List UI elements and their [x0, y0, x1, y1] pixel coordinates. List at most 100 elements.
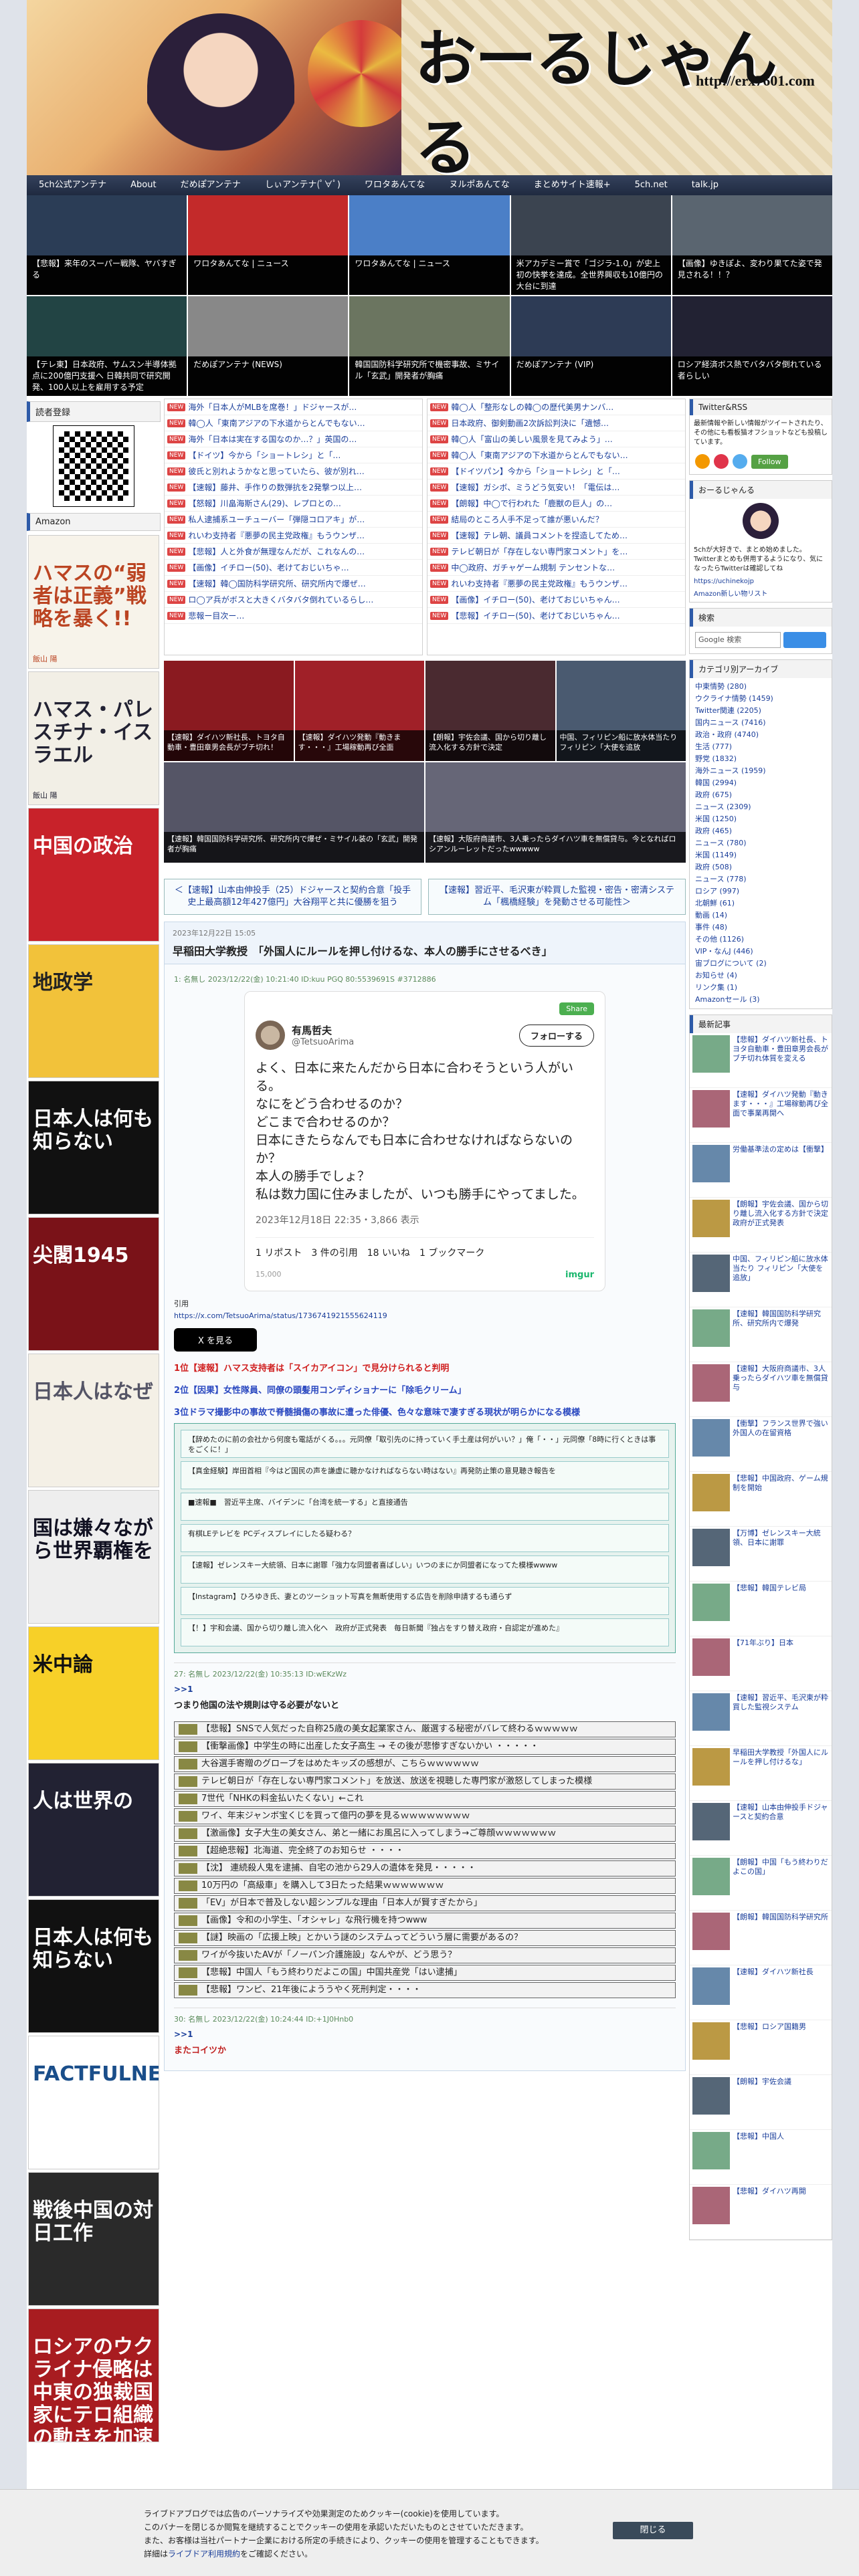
headline-item[interactable]: NEW れいわ支持者『悪夢の民主党政権』もうウンザ…	[427, 576, 685, 592]
nav-link[interactable]: talk.jp	[680, 175, 731, 195]
headline-text[interactable]: 【悲報】イチロー(50)、老けておじいちゃん…	[451, 610, 619, 621]
other-article-item[interactable]: テレビ朝日が「存在しない専門家コメント」を放送、放送を視聴した専門家が激怒してし…	[174, 1774, 676, 1790]
headline-item[interactable]: NEW 海外「日本人がMLBを席巻！」ドジャースが…	[165, 399, 422, 415]
category-link[interactable]: ニュース (778)	[690, 873, 832, 885]
category-link[interactable]: ウクライナ情勢 (1459)	[690, 693, 832, 705]
headline-text[interactable]: 中◯政府、ガチャゲーム規制 テンセントな…	[451, 562, 615, 573]
related-article[interactable]: 【Instagram】ひろゆき氏、妻とのツーショット写真を無断使用する広告を削除…	[181, 1587, 669, 1615]
category-link[interactable]: 海外ニュース (1959)	[690, 765, 832, 777]
ranking-link[interactable]: 3位ドラマ撮影中の事故で脊髄損傷の事故に遭った俳優、色々な意味で凄すぎる現状が明…	[174, 1405, 676, 1418]
latest-title[interactable]: 【悲報】中国人	[733, 2132, 784, 2182]
amazon-book[interactable]: ハマスの“弱者は正義”戦略を暴く!! 飯山 陽	[28, 535, 159, 669]
other-article-text[interactable]: 7世代「NHKの料金払いたくない」←これ	[201, 1794, 363, 1804]
other-article-item[interactable]: 【悲報】中国人「もう終わりだよこの国」中国共産党「はい逮捕」	[174, 1965, 676, 1981]
latest-title[interactable]: 【朗報】宇佐会議	[733, 2077, 791, 2127]
pickup-card[interactable]: 【速報】ダイハツ新社長、トヨタ自動車・豊田章男会長がブチ切れ！	[164, 661, 294, 761]
pickup-caption[interactable]: 【朗報】宇佐会議、国から切り離し流入化する方針で決定	[425, 730, 555, 761]
headline-item[interactable]: NEW 【速報】藤井、手作りの数弾抗を2発撃つ以上…	[165, 479, 422, 496]
site-url[interactable]: http://erx7601.com	[696, 72, 815, 90]
latest-title[interactable]: 【速報】ダイハツ新社長	[733, 1967, 814, 2018]
category-link[interactable]: 中東情勢 (280)	[690, 681, 832, 693]
headline-text[interactable]: 【ドイツパン】今から「ショートレシ」と「…	[451, 465, 620, 477]
category-link[interactable]: 野党 (1832)	[690, 753, 832, 765]
headline-item[interactable]: NEW 【速報】ガシボ、ミうどう気安い！「電伝は…	[427, 479, 685, 496]
antenna-card[interactable]: ロシア経済ボス熱でバタバタ倒れている者らしい	[672, 296, 832, 396]
headline-text[interactable]: ロ◯ア兵がボスと大きくバタバタ倒れているらし…	[188, 594, 373, 605]
amazon-book[interactable]: 日本人は何も知らない	[28, 1899, 159, 2033]
amazon-book[interactable]: 国は嫌々ながら世界覇権を	[28, 1490, 159, 1624]
headline-text[interactable]: 【朗報】中◯で行われた「鹿獣の巨人」の…	[451, 498, 612, 509]
antenna-card[interactable]: だめぽアンテナ (NEWS)	[188, 296, 349, 396]
headline-item[interactable]: NEW 【速報】テレ朝、議員コメントを捏造してため…	[427, 528, 685, 544]
other-article-text[interactable]: 【悲報】中国人「もう終わりだよこの国」中国共産党「はい逮捕」	[201, 1967, 462, 1977]
antenna-card[interactable]: だめぽアンテナ (VIP)	[510, 296, 671, 396]
tweet-author-name[interactable]: 有馬哲夫	[292, 1023, 354, 1037]
latest-title[interactable]: 中国、フィリピン船に放水体当たり フィリピン「大使を追放」	[733, 1255, 829, 1305]
pickup-card[interactable]: 中国、フィリピン船に放水体当たり フィリピン「大使を追放	[556, 661, 686, 761]
category-link[interactable]: 国内ニュース (7416)	[690, 717, 832, 729]
tweet-author-id[interactable]: @TetsuoArima	[292, 1037, 354, 1047]
amazon-book[interactable]: ロシアのウクライナ侵略は中東の独裁国家にテロ組織の動きを加速させる!!	[28, 2309, 159, 2442]
amazon-book[interactable]: 戦後中国の対日工作	[28, 2172, 159, 2306]
headline-item[interactable]: NEW 韓◯人「東南アジアの下水道からとんでもない…	[427, 447, 685, 463]
pickup-card[interactable]: 【速報】ダイハツ発動『動きます・・・』工場稼動再び全面	[294, 661, 424, 761]
headline-item[interactable]: NEW 中◯政府、ガチャゲーム規制 テンセントな…	[427, 560, 685, 576]
headline-text[interactable]: 【速報】ガシボ、ミうどう気安い！「電伝は…	[451, 481, 619, 493]
antenna-card[interactable]: 【悲報】来年のスーパー戦隊、ヤバすぎる	[27, 195, 187, 295]
other-article-text[interactable]: 【悲報】SNSで人気だった自称25歳の美女起業家さん、厳選する秘密がバレて終わる…	[201, 1724, 578, 1734]
other-article-text[interactable]: 【謎】映画の「広援上映」とかいう謎のシステムってどういう層に需要があるの？	[201, 1933, 522, 1943]
latest-article[interactable]: 【朗報】宇佐会議	[690, 2075, 832, 2130]
category-link[interactable]: 韓国 (2994)	[690, 777, 832, 789]
latest-title[interactable]: 労働基準法の定めは【衝撃】	[733, 1145, 828, 1195]
antenna-card[interactable]: 【テレ東】日本政府、サムスン半導体拠点に200億円支援へ 日韓共同で研究開発、1…	[27, 296, 187, 396]
other-article-item[interactable]: ワイが今抜いたAVが「ノーパン介護施設」なんやが、どう思う？	[174, 1947, 676, 1963]
headline-item[interactable]: NEW 【怒報】川畠海斯さん(29)、レプロとの…	[165, 496, 422, 512]
other-article-item[interactable]: 【謎】映画の「広援上映」とかいう謎のシステムってどういう層に需要があるの？	[174, 1930, 676, 1946]
amazon-book[interactable]: 米中論	[28, 1626, 159, 1760]
nav-link[interactable]: ワロタあんてな	[353, 175, 437, 195]
headline-text[interactable]: 韓◯人「整形なしの韓◯の歴代美男ナンバ…	[451, 401, 613, 413]
antenna-card[interactable]: 韓国国防科学研究所で機密事故、ミサイル「玄武」開発者が胸痛	[349, 296, 510, 396]
category-link[interactable]: ロシア (997)	[690, 885, 832, 897]
headline-text[interactable]: 彼氏と別れようかなと思っていたら、彼が別れ…	[188, 465, 364, 477]
latest-article[interactable]: 【悲報】中国人	[690, 2130, 832, 2185]
other-article-item[interactable]: 【超絶悲報】北海道、完全終了のお知らせ ・・・・	[174, 1843, 676, 1859]
antenna-caption[interactable]: ワロタあんてな | ニュース	[349, 255, 510, 295]
antenna-card[interactable]: ワロタあんてな | ニュース	[188, 195, 349, 295]
view-on-x-button[interactable]: X を見る	[174, 1328, 258, 1352]
other-article-item[interactable]: 10万円の「高級車」を購入して3日たった結果ｗｗｗｗｗｗｗ	[174, 1878, 676, 1894]
related-article[interactable]: 【真金経験】岸田首相『今はど国民の声を謙虚に聴かなければならない時はない』再発防…	[181, 1461, 669, 1489]
amazon-book[interactable]: FACTFULNESS	[28, 2036, 159, 2169]
latest-article[interactable]: 早稲田大学教授「外国人にルールを押し付けるな」	[690, 1746, 832, 1801]
latest-article[interactable]: 【速報】ダイハツ新社長	[690, 1965, 832, 2020]
headline-text[interactable]: れいわ支持者『悪夢の民主党政権』もうウンザ…	[188, 530, 365, 541]
other-article-text[interactable]: テレビ朝日が「存在しない専門家コメント」を放送、放送を視聴した専門家が激怒してし…	[201, 1776, 592, 1786]
amazon-book[interactable]: 日本人はなぜ	[28, 1354, 159, 1487]
latest-article[interactable]: 【速報】韓国国防科学研究所、研究所内で爆発	[690, 1307, 832, 1362]
latest-article[interactable]: 【悲報】中国政府、ゲーム規制を開始	[690, 1472, 832, 1527]
headline-text[interactable]: 韓◯人「東南アジアの下水道からとんでもない…	[188, 417, 365, 429]
headline-text[interactable]: 海外「日本は実在する国なのか…？」英国の…	[188, 433, 357, 445]
category-link[interactable]: その他 (1126)	[690, 934, 832, 946]
latest-title[interactable]: 【悲報】ダイハツ新社長、トヨタ自動車・豊田章男会長がブチ切れ体質を変える	[733, 1035, 829, 1085]
amazon-book[interactable]: 人は世界の	[28, 1763, 159, 1897]
headline-text[interactable]: 【速報】藤井、手作りの数弾抗を2発撃つ以上…	[188, 481, 362, 493]
amazon-book[interactable]: 中国の政治	[28, 808, 159, 942]
other-article-text[interactable]: 【激画像】女子大生の美女さん、弟と一緒にお風呂に入ってしまう→ご尊顔ｗｗｗｗｗｗ…	[201, 1828, 556, 1838]
category-link[interactable]: 事件 (48)	[690, 922, 832, 934]
category-link[interactable]: お知らせ (4)	[690, 970, 832, 982]
headline-item[interactable]: NEW 韓◯人「富山の美しい風景を見てみよう」…	[427, 431, 685, 447]
headline-item[interactable]: NEW 【ドイツパン】今から「ショートレシ」と「…	[427, 463, 685, 479]
prev-article-link[interactable]: ＜【速報】山本由伸投手（25）ドジャースと契約合意「投手史上最高額12年427億…	[164, 879, 421, 915]
nav-link[interactable]: しぃアンテナ(ﾟ∀ﾟ)	[253, 175, 353, 195]
antenna-caption[interactable]: ワロタあんてな | ニュース	[188, 255, 349, 295]
category-link[interactable]: 政府 (508)	[690, 861, 832, 873]
headline-item[interactable]: NEW 彼氏と別れようかなと思っていたら、彼が別れ…	[165, 463, 422, 479]
antenna-card[interactable]: 【画像】ゆきぽよ、変わり果てた姿で発見される！！？	[672, 195, 832, 295]
headline-item[interactable]: NEW 【画像】イチロー(50)、老けておじいちゃ…	[165, 560, 422, 576]
latest-article[interactable]: 【悲報】ロシア国籍男	[690, 2020, 832, 2075]
category-link[interactable]: 宙ブログについて (2)	[690, 958, 832, 970]
nav-link[interactable]: About	[118, 175, 168, 195]
nav-link[interactable]: だめぽアンテナ	[169, 175, 253, 195]
other-article-text[interactable]: 【超絶悲報】北海道、完全終了のお知らせ ・・・・	[201, 1846, 404, 1856]
